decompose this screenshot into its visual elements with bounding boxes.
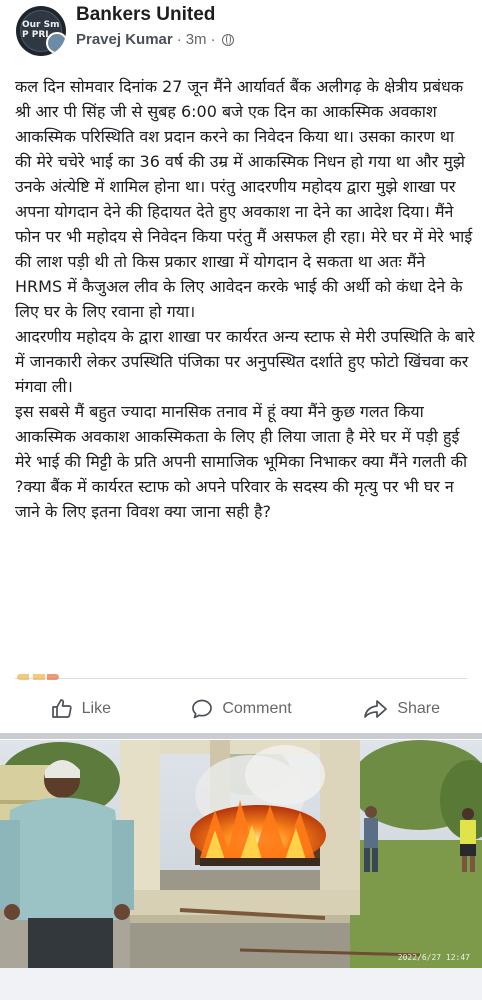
- group-avatar[interactable]: Our Sm P PRI: [16, 6, 66, 56]
- post-photo[interactable]: 2022/6/27 12:47: [0, 740, 482, 968]
- section-divider: [0, 733, 482, 739]
- post-paragraph: आदरणीय महोदय के द्वारा शाखा पर कार्यरत अ…: [15, 327, 475, 396]
- meta-separator: ·: [176, 31, 182, 48]
- photo-timestamp: 2022/6/27 12:47: [397, 953, 470, 962]
- bottom-bar: [0, 968, 482, 1000]
- group-name-link[interactable]: Bankers United: [76, 4, 215, 26]
- author-name-link[interactable]: Pravej Kumar: [76, 31, 173, 48]
- like-button[interactable]: Like: [0, 690, 161, 728]
- post-paragraph: कल दिन सोमवार दिनांक 27 जून मैंने आर्याव…: [15, 77, 473, 321]
- post-actions: Like Comment Share: [0, 690, 482, 728]
- comment-button[interactable]: Comment: [161, 690, 322, 728]
- comment-icon: [192, 699, 213, 719]
- thumbs-up-icon: [51, 699, 72, 718]
- meta-separator-2: ·: [210, 31, 216, 48]
- post-body: कल दिन सोमवार दिनांक 27 जून मैंने आर्याव…: [15, 74, 475, 524]
- comment-label: Comment: [222, 700, 292, 717]
- like-label: Like: [81, 700, 112, 717]
- reactions-divider: [15, 674, 467, 680]
- reaction-icons[interactable]: [17, 674, 59, 680]
- share-icon: [364, 700, 388, 718]
- author-avatar[interactable]: [46, 32, 66, 54]
- post-meta: Pravej Kumar · 3m ·: [76, 31, 234, 48]
- post-paragraph: इस सबसे मैं बहुत ज्यादा मानसिक तनाव में …: [15, 402, 468, 521]
- globe-icon: [221, 33, 234, 46]
- post-time[interactable]: 3m: [186, 31, 207, 48]
- share-button[interactable]: Share: [321, 690, 482, 728]
- cremation-photo: [0, 740, 482, 968]
- post-header: Our Sm P PRI Bankers United Pravej Kumar…: [0, 0, 482, 62]
- share-label: Share: [397, 700, 441, 717]
